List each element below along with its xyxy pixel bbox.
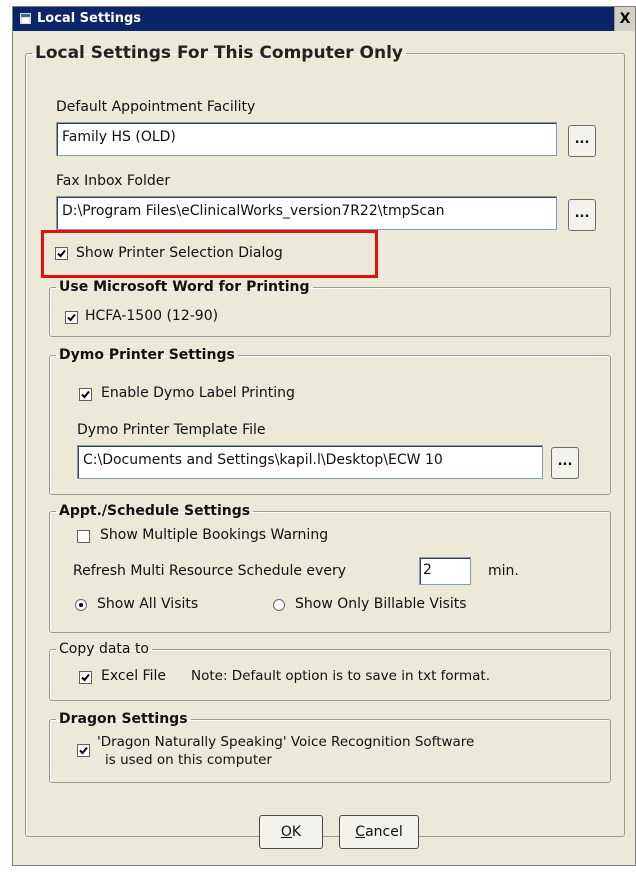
copy-data-note: Note: Default option is to save in txt f… (191, 668, 491, 684)
hcfa-checkbox[interactable] (65, 311, 78, 324)
multiple-bookings-checkbox[interactable] (77, 530, 90, 543)
dymo-template-label: Dymo Printer Template File (77, 422, 266, 438)
dragon-label-line2[interactable]: is used on this computer (105, 752, 272, 768)
schedule-legend: Appt./Schedule Settings (59, 503, 251, 519)
checkmark-icon (79, 746, 88, 755)
default-facility-field[interactable]: Family HS (OLD) (56, 122, 557, 156)
refresh-interval-input[interactable]: 2 (419, 557, 471, 585)
default-facility-label: Default Appointment Facility (56, 99, 256, 115)
excel-file-checkbox[interactable] (79, 671, 92, 684)
ms-word-legend: Use Microsoft Word for Printing (59, 279, 310, 295)
checkmark-icon (81, 673, 90, 682)
cancel-label: ancel (365, 824, 403, 840)
multiple-bookings-label[interactable]: Show Multiple Bookings Warning (100, 527, 328, 543)
checkmark-icon (67, 313, 76, 322)
close-button[interactable]: X (614, 7, 635, 31)
checkmark-icon (81, 390, 90, 399)
window-title: Local Settings (37, 11, 142, 26)
cancel-mnemonic: C (355, 824, 366, 840)
cancel-button[interactable]: Cancel (339, 815, 419, 849)
ok-mnemonic: O (280, 824, 292, 840)
excel-file-label[interactable]: Excel File (101, 668, 166, 684)
fax-inbox-browse-button[interactable]: ... (568, 199, 596, 231)
local-settings-legend: Local Settings For This Computer Only (35, 43, 403, 63)
fax-inbox-field[interactable]: D:\Program Files\eClinicalWorks_version7… (56, 196, 557, 230)
fax-inbox-label: Fax Inbox Folder (56, 173, 171, 189)
show-billable-visits-radio[interactable] (273, 599, 285, 611)
local-settings-dialog: Local Settings X Local Settings For This… (12, 6, 636, 866)
enable-dymo-label[interactable]: Enable Dymo Label Printing (101, 385, 295, 401)
dymo-legend: Dymo Printer Settings (59, 347, 235, 363)
show-all-visits-radio[interactable] (75, 599, 87, 611)
title-bar[interactable]: Local Settings X (13, 7, 635, 31)
dragon-label-line1[interactable]: 'Dragon Naturally Speaking' Voice Recogn… (97, 734, 474, 750)
enable-dymo-checkbox[interactable] (79, 388, 92, 401)
ok-button[interactable]: OK (259, 815, 323, 849)
show-billable-visits-label[interactable]: Show Only Billable Visits (295, 596, 467, 612)
show-all-visits-label[interactable]: Show All Visits (97, 596, 198, 612)
dragon-checkbox[interactable] (77, 744, 90, 757)
ok-label: K (291, 824, 302, 840)
default-facility-browse-button[interactable]: ... (568, 125, 596, 157)
close-icon: X (619, 11, 631, 27)
radio-dot-icon (79, 603, 83, 607)
dymo-template-browse-button[interactable]: ... (551, 447, 579, 479)
hcfa-label[interactable]: HCFA-1500 (12-90) (85, 308, 218, 324)
app-icon (20, 13, 31, 24)
dragon-legend: Dragon Settings (59, 711, 188, 727)
dymo-template-field[interactable]: C:\Documents and Settings\kapil.l\Deskto… (77, 445, 543, 479)
highlight-box (41, 230, 378, 278)
refresh-unit-label: min. (488, 563, 519, 579)
refresh-schedule-label: Refresh Multi Resource Schedule every (73, 563, 346, 579)
copy-data-legend: Copy data to (59, 641, 150, 657)
